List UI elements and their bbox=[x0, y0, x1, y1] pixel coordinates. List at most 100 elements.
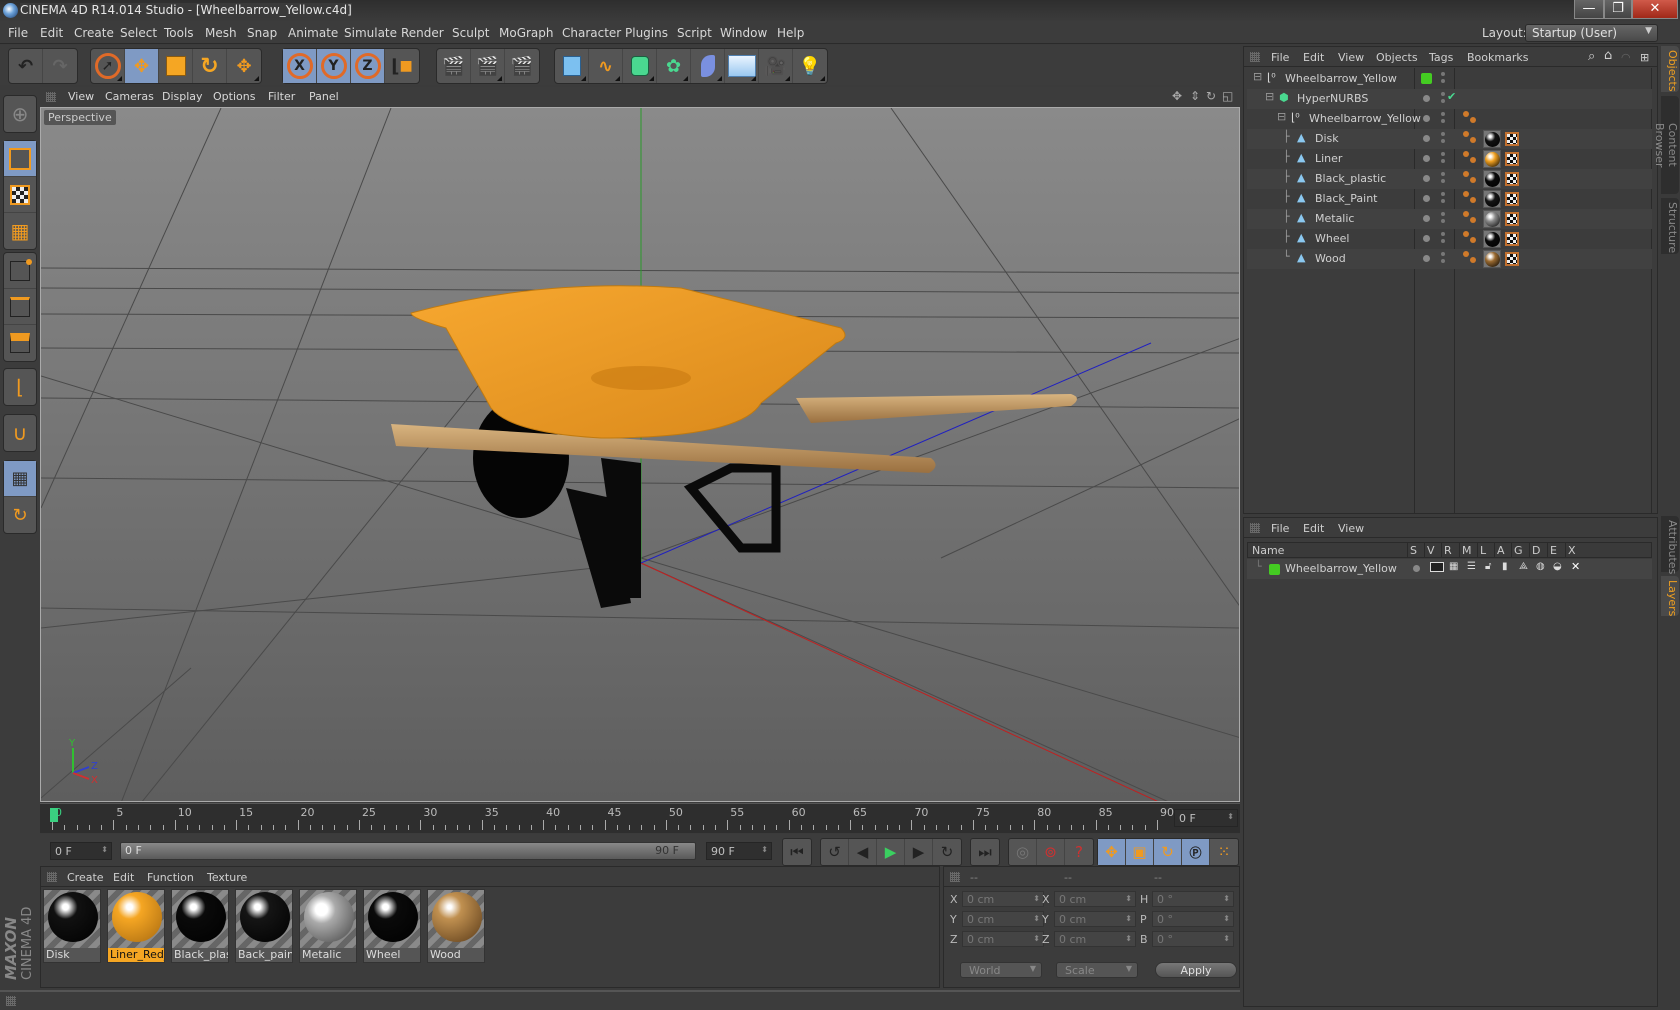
tab-content-browser[interactable]: Content Browser bbox=[1653, 96, 1679, 194]
live-selection-icon[interactable]: ➚ bbox=[91, 49, 125, 83]
object-name[interactable]: HyperNURBS bbox=[1297, 92, 1368, 105]
layer-column-header[interactable]: R bbox=[1444, 544, 1452, 557]
render-visibility-dot[interactable] bbox=[1441, 239, 1445, 243]
render-visibility-dot[interactable] bbox=[1441, 112, 1445, 116]
layer-column-header[interactable]: V bbox=[1427, 544, 1435, 557]
phong-tag-icon[interactable] bbox=[1470, 177, 1476, 183]
grip-handle[interactable] bbox=[950, 872, 960, 882]
render-visibility-dot[interactable] bbox=[1441, 159, 1445, 163]
layer-column-header[interactable]: D bbox=[1532, 544, 1540, 557]
material-swatch[interactable]: Black_plast bbox=[171, 889, 229, 963]
material-swatch[interactable]: Back_paint bbox=[235, 889, 293, 963]
new-window-icon[interactable]: ⊞ bbox=[1640, 51, 1649, 64]
redo-icon[interactable]: ↷ bbox=[43, 49, 77, 83]
visibility-dot[interactable] bbox=[1423, 95, 1430, 102]
tab-structure[interactable]: Structure bbox=[1661, 198, 1679, 254]
layer-column-header[interactable]: S bbox=[1410, 544, 1417, 557]
render-visibility-dot[interactable] bbox=[1441, 92, 1445, 96]
grip-handle[interactable] bbox=[1250, 52, 1260, 62]
render-picture-viewer-icon[interactable]: 🎬 bbox=[471, 49, 505, 83]
coordinate-system-icon[interactable]: ⌊ ■ bbox=[385, 49, 419, 83]
phong-tag-icon[interactable] bbox=[1463, 171, 1469, 177]
object-name[interactable]: Disk bbox=[1315, 132, 1339, 145]
coordinate-mode-dropdown[interactable]: World ▼ bbox=[960, 962, 1042, 978]
menu-animate[interactable]: Animate bbox=[288, 26, 338, 40]
phong-tag-icon[interactable] bbox=[1463, 191, 1469, 197]
render-visibility-dot[interactable] bbox=[1441, 192, 1445, 196]
object-name[interactable]: Wheelbarrow_Yellow bbox=[1309, 112, 1421, 125]
keyframe-selection-icon[interactable]: ? bbox=[1065, 839, 1093, 865]
viewport-menu-panel[interactable]: Panel bbox=[309, 90, 339, 103]
animation-icon[interactable]: ▮ bbox=[1502, 561, 1508, 572]
coordinate-field[interactable]: 0 ° ⬍ bbox=[1152, 931, 1234, 947]
uvw-tag-icon[interactable] bbox=[1505, 212, 1519, 226]
eye-icon[interactable]: ◠ bbox=[1621, 51, 1631, 64]
coordinate-field[interactable]: 0 cm ⬍ bbox=[962, 911, 1044, 927]
workplane-rotate-icon[interactable]: ↻ bbox=[4, 497, 36, 533]
material-menu-function[interactable]: Function bbox=[147, 871, 194, 884]
menu-window[interactable]: Window bbox=[720, 26, 767, 40]
material-menu-edit[interactable]: Edit bbox=[113, 871, 134, 884]
rotate-icon[interactable]: ↻ bbox=[193, 49, 227, 83]
visibility-dot[interactable] bbox=[1423, 115, 1430, 122]
visibility-dot[interactable] bbox=[1423, 135, 1430, 142]
object-row[interactable]: ├ ▲ Disk bbox=[1247, 129, 1652, 149]
play-icon[interactable]: ▶ bbox=[877, 839, 905, 865]
model-mode-icon[interactable] bbox=[4, 141, 36, 177]
menu-plugins[interactable]: Plugins bbox=[625, 26, 668, 40]
make-editable-icon[interactable]: ⊕ bbox=[4, 96, 36, 132]
layer-column-header[interactable]: L bbox=[1480, 544, 1486, 557]
axis-mode-icon[interactable]: ⌊ bbox=[4, 369, 36, 405]
menu-mograph[interactable]: MoGraph bbox=[499, 26, 554, 40]
object-row[interactable]: └ ▲ Wood bbox=[1247, 249, 1652, 269]
key-parameter-icon[interactable]: Ⓟ bbox=[1182, 839, 1210, 865]
coordinate-field[interactable]: 0 cm ⬍ bbox=[962, 931, 1044, 947]
uvw-tag-icon[interactable] bbox=[1505, 172, 1519, 186]
next-key-icon[interactable]: ↻ bbox=[933, 839, 961, 865]
material-tag-icon[interactable] bbox=[1483, 230, 1501, 248]
object-row[interactable]: ├ ▲ Black_Paint bbox=[1247, 189, 1652, 209]
layer-color-swatch[interactable] bbox=[1421, 73, 1432, 84]
uvw-tag-icon[interactable] bbox=[1505, 192, 1519, 206]
collapse-toggle[interactable]: ⊟ bbox=[1277, 110, 1286, 123]
coordinate-field[interactable]: 0 ° ⬍ bbox=[1152, 891, 1234, 907]
coordinate-field[interactable]: 0 ° ⬍ bbox=[1152, 911, 1234, 927]
grip-handle[interactable] bbox=[6, 996, 16, 1006]
deformers-icon[interactable]: ◍ bbox=[1536, 561, 1545, 572]
render-view-icon[interactable]: 🎬 bbox=[437, 49, 471, 83]
autokey-icon[interactable]: ⊚ bbox=[1037, 839, 1065, 865]
move-icon[interactable]: ✥ bbox=[125, 49, 159, 83]
hypernurbs-icon[interactable] bbox=[623, 49, 657, 83]
light-icon[interactable]: 💡 bbox=[793, 49, 827, 83]
render-visibility-dot[interactable] bbox=[1441, 139, 1445, 143]
layer-column-header[interactable]: X bbox=[1568, 544, 1576, 557]
object-name[interactable]: Black_Paint bbox=[1315, 192, 1377, 205]
key-pla-icon[interactable]: ⁙ bbox=[1210, 839, 1238, 865]
render-visibility-dot[interactable] bbox=[1441, 79, 1445, 83]
grip-handle[interactable] bbox=[47, 872, 57, 882]
array-icon[interactable]: ✿ bbox=[657, 49, 691, 83]
rotate-view-icon[interactable]: ↻ bbox=[1206, 89, 1216, 103]
object-row[interactable]: ├ ▲ Metalic bbox=[1247, 209, 1652, 229]
phong-tag-icon[interactable] bbox=[1470, 117, 1476, 123]
recent-tool-icon[interactable]: ✥ bbox=[227, 49, 261, 83]
phong-tag-icon[interactable] bbox=[1463, 211, 1469, 217]
dolly-view-icon[interactable]: ⇕ bbox=[1190, 89, 1200, 103]
phong-tag-icon[interactable] bbox=[1470, 237, 1476, 243]
object-menu-file[interactable]: File bbox=[1271, 51, 1289, 64]
material-tag-icon[interactable] bbox=[1483, 190, 1501, 208]
object-name[interactable]: Wheelbarrow_Yellow bbox=[1285, 72, 1397, 85]
object-menu-edit[interactable]: Edit bbox=[1303, 51, 1324, 64]
close-button[interactable]: ✕ bbox=[1632, 0, 1678, 19]
tab-attributes[interactable]: Attributes bbox=[1661, 516, 1679, 574]
key-rotation-icon[interactable]: ↻ bbox=[1154, 839, 1182, 865]
camera-icon[interactable]: 🎥 bbox=[759, 49, 793, 83]
material-swatch[interactable]: Liner_Red_( bbox=[107, 889, 165, 963]
layer-menu-edit[interactable]: Edit bbox=[1303, 522, 1324, 535]
timeline-playhead[interactable] bbox=[50, 808, 58, 822]
viewport-menu-view[interactable]: View bbox=[68, 90, 94, 103]
pan-view-icon[interactable]: ✥ bbox=[1172, 89, 1182, 103]
phong-tag-icon[interactable] bbox=[1470, 257, 1476, 263]
object-row[interactable]: ⊟ ⌊⁰ Wheelbarrow_Yellow bbox=[1247, 69, 1652, 89]
tab-objects[interactable]: Objects bbox=[1661, 46, 1679, 92]
